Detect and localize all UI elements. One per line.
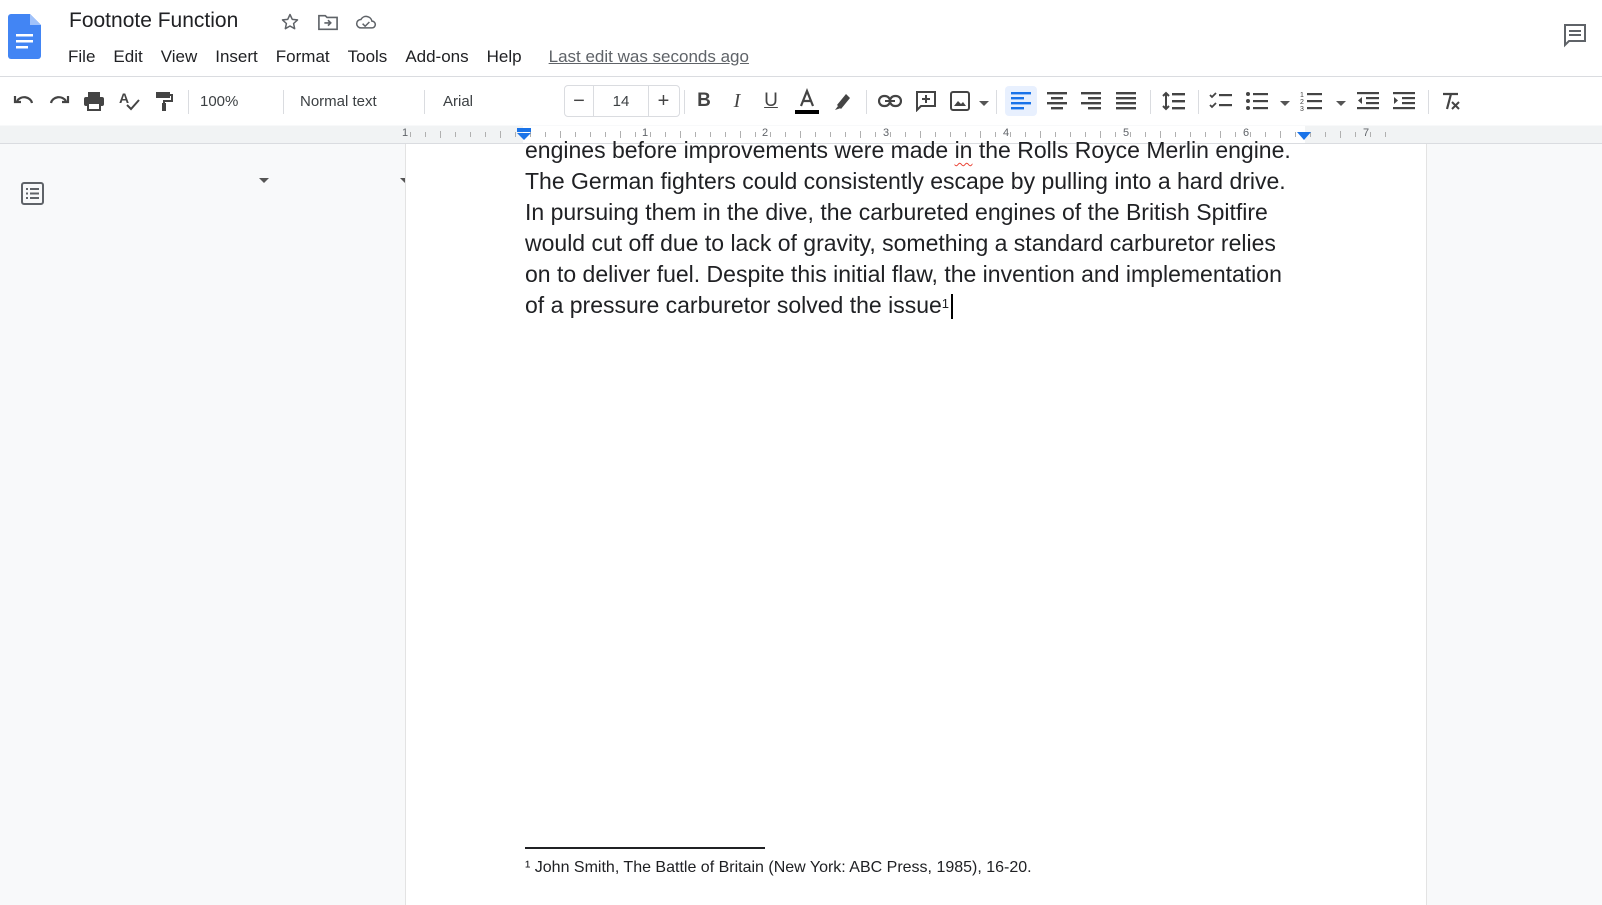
underline-icon[interactable]: U <box>757 86 785 116</box>
ruler-tick <box>1340 131 1341 138</box>
ruler-tick <box>410 132 411 137</box>
menu-insert[interactable]: Insert <box>206 44 267 70</box>
body-line: engines before improvements were made in… <box>525 135 1315 166</box>
menu-addons[interactable]: Add-ons <box>396 44 477 70</box>
ruler-tick <box>470 132 471 137</box>
highlight-color-icon[interactable] <box>829 86 857 116</box>
clear-formatting-icon[interactable] <box>1436 86 1466 116</box>
zoom-dropdown-icon[interactable] <box>259 178 269 183</box>
ruler-tick <box>455 132 456 137</box>
body-line: would cut off due to lack of gravity, so… <box>525 230 1276 256</box>
text-cursor <box>951 294 954 320</box>
ruler-number: 1 <box>402 127 409 139</box>
bullet-dropdown-icon[interactable] <box>1280 101 1290 106</box>
insert-image-icon[interactable] <box>946 86 974 116</box>
cloud-saved-icon[interactable] <box>355 11 377 33</box>
footnote-separator <box>525 847 765 849</box>
ruler-tick <box>1355 132 1356 137</box>
numbered-list-icon[interactable]: 123 <box>1297 86 1325 116</box>
svg-text:3: 3 <box>1300 106 1304 111</box>
numbered-dropdown-icon[interactable] <box>1336 101 1346 106</box>
text-run: the Rolls Royce Merlin engine. <box>972 137 1291 163</box>
ruler-tick <box>440 131 441 138</box>
docs-logo-icon[interactable] <box>8 14 41 59</box>
ruler-number: 7 <box>1363 127 1370 139</box>
menu-tools[interactable]: Tools <box>339 44 397 70</box>
footnote-reference[interactable]: 1 <box>942 296 949 311</box>
star-icon[interactable] <box>279 11 301 33</box>
document-outline-icon[interactable] <box>20 181 45 206</box>
document-body[interactable]: engines before improvements were made in… <box>525 135 1315 321</box>
text-run: of a pressure carburetor solved the issu… <box>525 292 942 318</box>
ruler-tick <box>1385 132 1386 137</box>
ruler-tick <box>1325 132 1326 137</box>
increase-indent-icon[interactable] <box>1389 86 1419 116</box>
body-line: In pursuing them in the dive, the carbur… <box>525 199 1268 225</box>
bulleted-list-icon[interactable] <box>1243 86 1271 116</box>
comments-icon[interactable] <box>1562 22 1588 48</box>
menu-bar: File Edit View Insert Format Tools Add-o… <box>59 44 749 70</box>
align-right-icon[interactable] <box>1076 86 1106 116</box>
ruler-tick <box>500 131 501 138</box>
last-edit-link[interactable]: Last edit was seconds ago <box>549 47 749 67</box>
menu-help[interactable]: Help <box>478 44 531 70</box>
bold-icon[interactable]: B <box>690 86 718 116</box>
justify-icon[interactable] <box>1111 86 1141 116</box>
add-comment-icon[interactable] <box>912 86 940 116</box>
body-line: The German fighters could consistently e… <box>525 168 1286 194</box>
body-line: on to deliver fuel. Despite this initial… <box>525 261 1282 287</box>
ruler-tick <box>485 132 486 137</box>
svg-text:2: 2 <box>1300 99 1304 106</box>
checklist-icon[interactable] <box>1206 86 1236 116</box>
menu-view[interactable]: View <box>152 44 207 70</box>
line-spacing-icon[interactable] <box>1158 86 1190 116</box>
align-left-icon[interactable] <box>1005 86 1037 116</box>
menu-edit[interactable]: Edit <box>104 44 151 70</box>
document-title[interactable]: Footnote Function <box>69 9 238 33</box>
menu-file[interactable]: File <box>59 44 104 70</box>
document-page[interactable]: engines before improvements were made in… <box>405 137 1427 905</box>
spelling-flagged-word[interactable]: in <box>955 137 973 163</box>
ruler-tick <box>1370 132 1371 137</box>
text-run: engines before improvements were made <box>525 137 955 163</box>
italic-icon[interactable]: I <box>723 86 751 116</box>
body-line-last: of a pressure carburetor solved the issu… <box>525 290 1315 321</box>
ruler-tick <box>425 132 426 137</box>
text-color-icon[interactable] <box>792 86 822 116</box>
app-header: Footnote Function File Edit View Insert … <box>0 0 1602 77</box>
decrease-indent-icon[interactable] <box>1353 86 1383 116</box>
align-center-icon[interactable] <box>1042 86 1072 116</box>
toolbar-right: B I U 123 <box>0 77 1602 125</box>
menu-format[interactable]: Format <box>267 44 339 70</box>
move-to-folder-icon[interactable] <box>317 11 339 33</box>
image-dropdown-icon[interactable] <box>979 101 989 106</box>
svg-text:1: 1 <box>1300 92 1304 99</box>
footnote-text[interactable]: ¹ John Smith, The Battle of Britain (New… <box>525 859 1032 877</box>
insert-link-icon[interactable] <box>876 86 904 116</box>
